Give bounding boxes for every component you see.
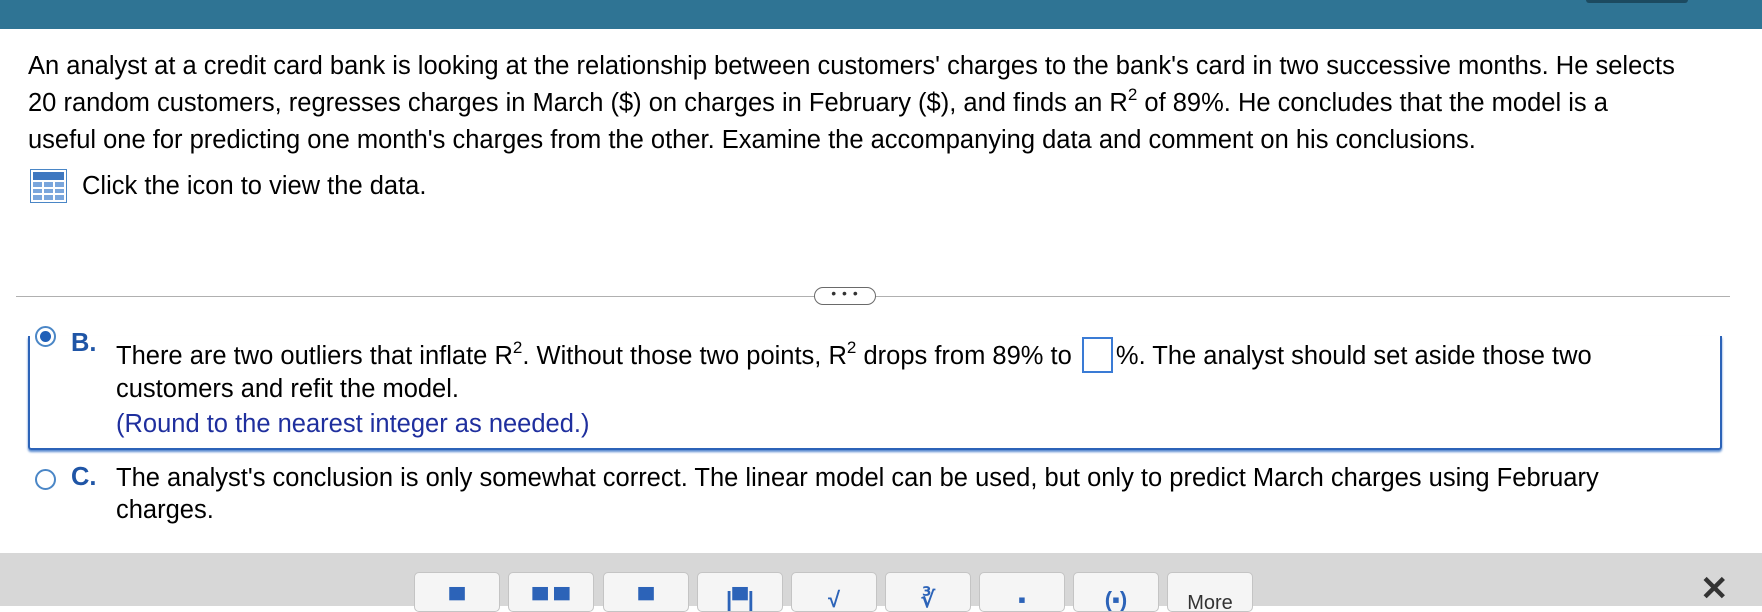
tool-mixed-number[interactable]: ▀ ▀ [508, 572, 594, 612]
nth-root-icon: ∛ [920, 587, 936, 612]
option-b-letter: B. [71, 329, 97, 357]
question-line-3: useful one for predicting one month's ch… [28, 126, 1476, 154]
option-b-line-1: There are two outliers that inflate R2. … [116, 337, 1716, 373]
square-root-icon: √ [827, 587, 841, 612]
math-toolbar [0, 553, 1762, 606]
tool-decimal[interactable]: ▪ [979, 572, 1065, 612]
more-label: More [1187, 592, 1233, 612]
tool-fraction[interactable]: ▀ [414, 572, 500, 612]
ellipsis-icon[interactable]: • • • [814, 286, 876, 305]
header-tab[interactable] [1586, 0, 1688, 3]
view-data-link[interactable]: Click the icon to view the data. [30, 168, 426, 204]
option-c-radio[interactable] [35, 469, 56, 490]
rounding-hint: (Round to the nearest integer as needed.… [116, 410, 590, 438]
tool-square-root[interactable]: √ [791, 572, 877, 612]
exponent-icon: ▀ [638, 587, 654, 612]
tool-absolute-value[interactable]: |▀| [697, 572, 783, 612]
option-c-line-1: The analyst's conclusion is only somewha… [116, 464, 1599, 492]
option-c-line-2: charges. [116, 496, 214, 524]
option-c-text[interactable]: The analyst's conclusion is only somewha… [116, 462, 1716, 526]
absolute-value-icon: |▀| [726, 587, 754, 612]
fraction-icon: ▀ [449, 587, 465, 612]
header-bar [0, 0, 1762, 29]
tool-exponent[interactable]: ▀ [603, 572, 689, 612]
option-b-line-2: customers and refit the model. [116, 375, 459, 403]
tool-parentheses[interactable]: (▪) [1073, 572, 1159, 612]
close-icon[interactable]: ✕ [1700, 569, 1729, 609]
question-line-2: 20 random customers, regresses charges i… [28, 84, 1608, 118]
option-b-text: There are two outliers that inflate R2. … [116, 337, 1716, 405]
grid-table-icon[interactable] [30, 169, 67, 203]
answer-input[interactable] [1081, 337, 1113, 373]
question-line-1: An analyst at a credit card bank is look… [28, 52, 1675, 80]
option-b-radio[interactable] [35, 326, 56, 347]
more-button[interactable]: More [1167, 572, 1253, 612]
view-data-label[interactable]: Click the icon to view the data. [82, 172, 426, 201]
mixed-number-icon: ▀ ▀ [532, 587, 570, 612]
option-c-letter: C. [71, 463, 97, 491]
tool-nth-root[interactable]: ∛ [885, 572, 971, 612]
parentheses-icon: (▪) [1104, 587, 1128, 612]
decimal-icon: ▪ [1018, 587, 1026, 612]
question-text: An analyst at a credit card bank is look… [28, 48, 1738, 159]
